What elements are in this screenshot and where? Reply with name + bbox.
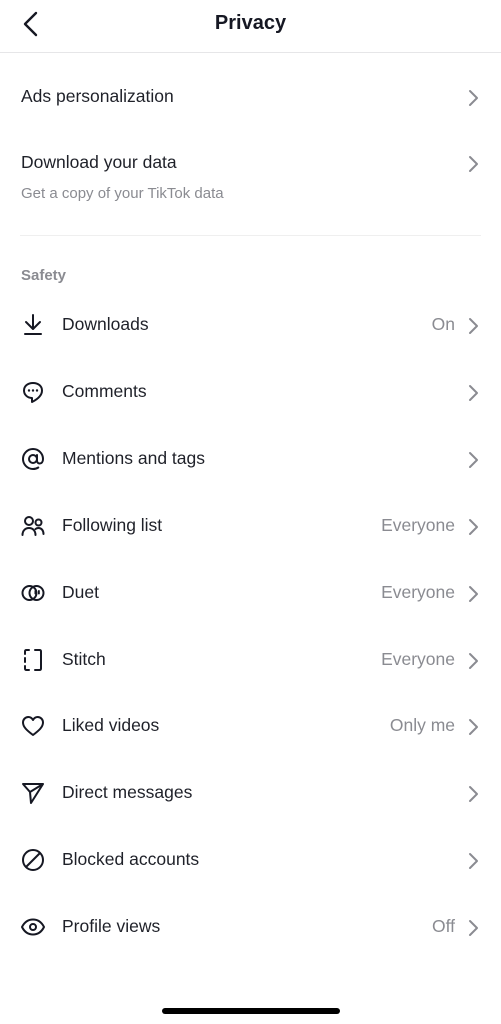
item-label: Direct messages: [62, 782, 193, 802]
item-label: Mentions and tags: [62, 448, 206, 468]
chevron-right-icon: [469, 920, 478, 936]
chevron-right-icon: [469, 586, 478, 602]
downloads-item[interactable]: Downloads On: [0, 308, 501, 342]
item-label: Profile views: [62, 916, 161, 936]
item-value: Everyone: [381, 582, 455, 602]
comments-item[interactable]: Comments: [0, 375, 501, 409]
item-label: Download your data: [21, 152, 177, 172]
chevron-right-icon: [469, 519, 478, 535]
chevron-right-icon: [469, 452, 478, 468]
blocked-accounts-item[interactable]: Blocked accounts: [0, 843, 501, 877]
heart-icon: [22, 716, 44, 736]
item-value: Only me: [389, 715, 455, 735]
mentions-and-tags-item[interactable]: Mentions and tags: [0, 442, 501, 476]
following-list-item[interactable]: Following list Everyone: [0, 509, 501, 543]
stitch-item[interactable]: Stitch Everyone: [0, 643, 501, 677]
send-icon: [22, 783, 44, 804]
item-value: On: [431, 314, 455, 334]
item-label: Ads personalization: [21, 86, 174, 106]
item-label: Liked videos: [62, 715, 160, 735]
users-icon: [21, 516, 45, 536]
section-label-safety: Safety: [21, 267, 67, 284]
direct-messages-item[interactable]: Direct messages: [0, 776, 501, 810]
ads-personalization-item[interactable]: Ads personalization: [0, 80, 501, 114]
item-label: Comments: [62, 381, 147, 401]
download-icon: [24, 314, 42, 335]
stitch-icon: [24, 649, 42, 671]
chevron-right-icon: [469, 156, 478, 172]
liked-videos-item[interactable]: Liked videos Only me: [0, 709, 501, 743]
chevron-right-icon: [469, 90, 478, 106]
chevron-right-icon: [469, 786, 478, 802]
divider: [20, 235, 481, 236]
home-indicator[interactable]: [162, 1008, 340, 1014]
chevron-right-icon: [469, 719, 478, 735]
header: Privacy: [0, 0, 501, 53]
item-value: Everyone: [381, 515, 455, 535]
item-label: Downloads: [62, 314, 149, 334]
item-label: Following list: [62, 515, 163, 535]
chevron-right-icon: [469, 853, 478, 869]
item-subtitle: Get a copy of your TikTok data: [21, 185, 224, 202]
chevron-right-icon: [469, 318, 478, 334]
item-label: Blocked accounts: [62, 849, 200, 869]
item-label: Duet: [62, 582, 99, 602]
profile-views-item[interactable]: Profile views Off: [0, 910, 501, 944]
duet-icon: [21, 585, 45, 601]
item-label: Stitch: [62, 649, 106, 669]
chevron-right-icon: [469, 653, 478, 669]
comment-icon: [23, 382, 43, 403]
block-icon: [22, 849, 44, 871]
item-value: Off: [431, 916, 455, 936]
duet-item[interactable]: Duet Everyone: [0, 576, 501, 610]
download-your-data-item[interactable]: Download your data Get a copy of your Ti…: [0, 146, 501, 210]
at-sign-icon: [21, 447, 45, 471]
eye-icon: [21, 918, 45, 936]
item-value: Everyone: [381, 649, 455, 669]
page-title: Privacy: [214, 12, 287, 34]
chevron-right-icon: [469, 385, 478, 401]
